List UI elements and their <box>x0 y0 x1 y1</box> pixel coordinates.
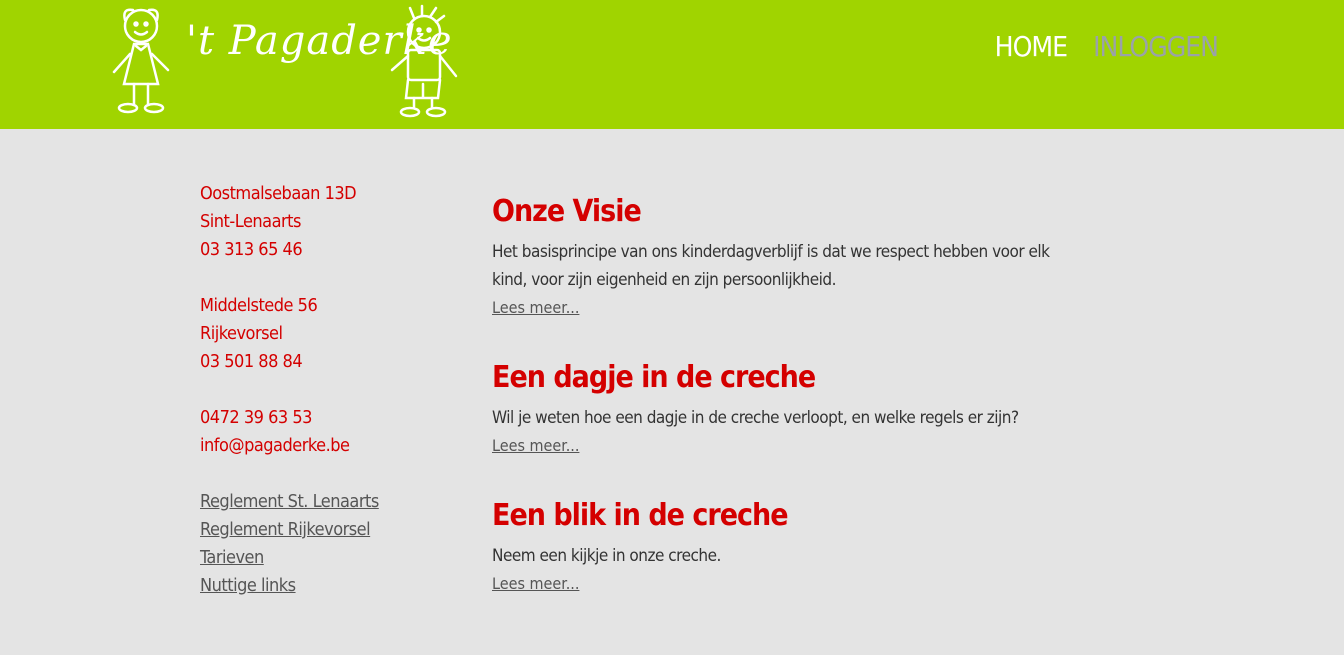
article-onze-visie: Onze Visie Het basisprincipe van ons kin… <box>492 190 1052 322</box>
main-content: Onze Visie Het basisprincipe van ons kin… <box>492 190 1052 632</box>
sidebar-links: Reglement St. Lenaarts Reglement Rijkevo… <box>200 488 440 600</box>
girl-figure-icon <box>112 8 170 114</box>
nav-login-link[interactable]: INLOGGEN <box>1093 30 1219 63</box>
link-nuttige-links[interactable]: Nuttige links <box>200 572 440 600</box>
link-reglement-rijkevorsel[interactable]: Reglement Rijkevorsel <box>200 516 440 544</box>
article-title: Onze Visie <box>492 194 642 229</box>
address-city: Rijkevorsel <box>200 323 283 344</box>
article-title: Een dagje in de creche <box>492 360 816 395</box>
address-sint-lenaarts: Oostmalsebaan 13D Sint-Lenaarts 03 313 6… <box>200 180 440 264</box>
article-text: Neem een kijkje in onze creche. <box>492 546 721 566</box>
site-logo[interactable]: 't Pagaderke <box>108 4 468 120</box>
address-street: Middelstede 56 <box>200 295 318 316</box>
sidebar: Oostmalsebaan 13D Sint-Lenaarts 03 313 6… <box>200 180 440 600</box>
address-city: Sint-Lenaarts <box>200 211 301 232</box>
link-reglement-st-lenaarts[interactable]: Reglement St. Lenaarts <box>200 488 440 516</box>
mobile-phone: 0472 39 63 53 <box>200 407 312 428</box>
main-nav: HOME INLOGGEN <box>995 30 1219 63</box>
read-more-link[interactable]: Lees meer... <box>492 436 579 455</box>
boy-figure-icon <box>390 4 458 118</box>
read-more-link[interactable]: Lees meer... <box>492 574 579 593</box>
article-text: Het basisprincipe van ons kinderdagverbl… <box>492 242 1050 290</box>
article-text: Wil je weten hoe een dagje in de creche … <box>492 408 1019 428</box>
link-tarieven[interactable]: Tarieven <box>200 544 440 572</box>
article-dagje-in-creche: Een dagje in de creche Wil je weten hoe … <box>492 356 1052 460</box>
read-more-link[interactable]: Lees meer... <box>492 298 579 317</box>
address-phone: 03 313 65 46 <box>200 239 303 260</box>
site-header: 't Pagaderke HOME INLOGGEN <box>0 0 1344 129</box>
address-rijkevorsel: Middelstede 56 Rijkevorsel 03 501 88 84 <box>200 292 440 376</box>
article-title: Een blik in de creche <box>492 498 789 533</box>
contact-info: 0472 39 63 53 info@pagaderke.be <box>200 404 440 460</box>
article-blik-in-creche: Een blik in de creche Neem een kijkje in… <box>492 494 1052 598</box>
address-street: Oostmalsebaan 13D <box>200 183 357 204</box>
address-phone: 03 501 88 84 <box>200 351 303 372</box>
nav-home-link[interactable]: HOME <box>995 30 1068 63</box>
contact-email[interactable]: info@pagaderke.be <box>200 432 440 460</box>
